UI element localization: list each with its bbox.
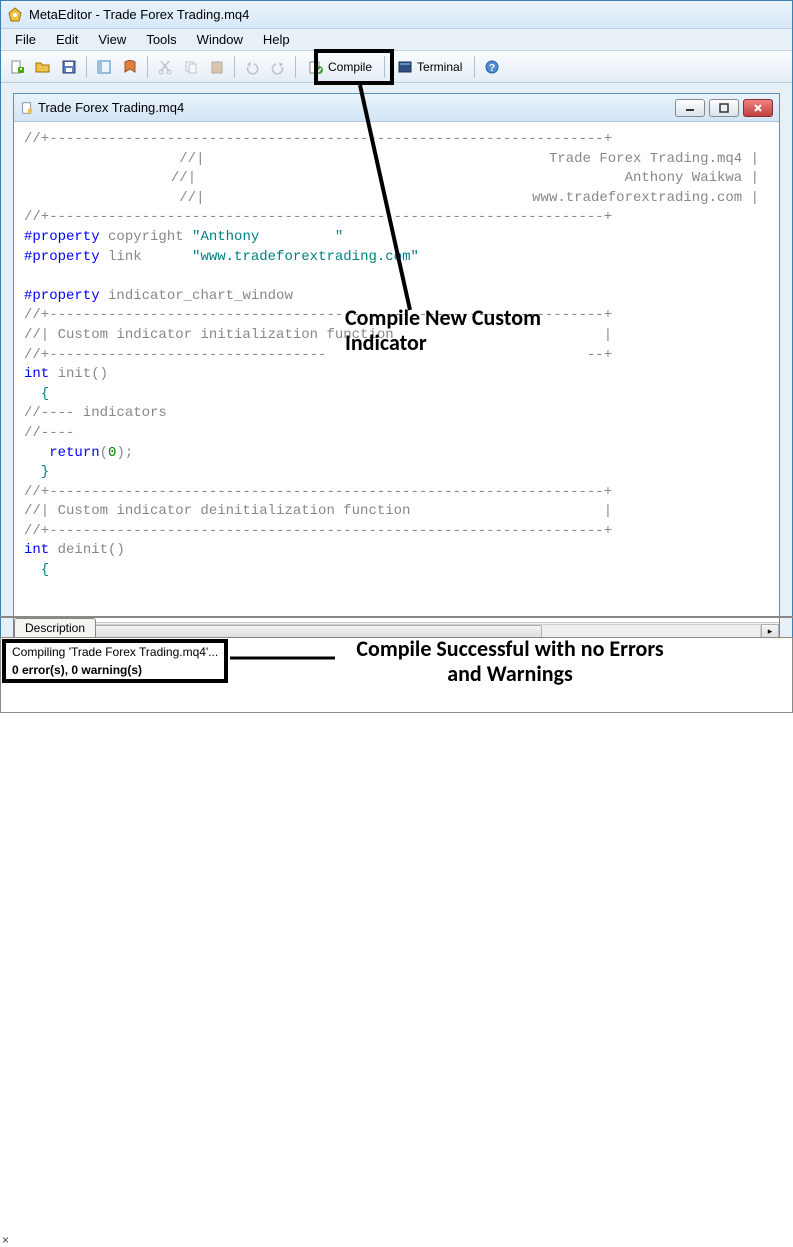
annotation-compile: Compile New Custom Indicator (345, 305, 605, 356)
file-icon (20, 101, 34, 115)
menu-help[interactable]: Help (253, 30, 300, 49)
compile-button[interactable]: Compile (301, 55, 379, 79)
menu-view[interactable]: View (88, 30, 136, 49)
toolbar-separator (295, 56, 296, 78)
cut-button[interactable] (153, 55, 177, 79)
terminal-button[interactable]: Terminal (390, 55, 469, 79)
nav-button[interactable] (92, 55, 116, 79)
toolbar-separator (86, 56, 87, 78)
menu-file[interactable]: File (5, 30, 46, 49)
menu-window[interactable]: Window (187, 30, 253, 49)
paste-button[interactable] (205, 55, 229, 79)
code-editor-window: Trade Forex Trading.mq4 //+-------------… (13, 93, 780, 641)
open-file-button[interactable] (31, 55, 55, 79)
compile-label: Compile (328, 60, 372, 74)
code-editor[interactable]: //+-------------------------------------… (14, 122, 779, 622)
annotation-success: Compile Successful with no Errors and Wa… (340, 636, 680, 687)
new-file-button[interactable] (5, 55, 29, 79)
close-button[interactable] (743, 99, 773, 117)
compile-status-line: Compiling 'Trade Forex Trading.mq4'... (6, 643, 224, 661)
app-icon (7, 7, 23, 23)
menu-edit[interactable]: Edit (46, 30, 88, 49)
menubar: File Edit View Tools Window Help (1, 29, 792, 51)
toolbar: Compile Terminal ? (1, 51, 792, 83)
code-window-title: Trade Forex Trading.mq4 (38, 100, 675, 115)
menu-tools[interactable]: Tools (136, 30, 186, 49)
bookmark-button[interactable] (118, 55, 142, 79)
panel-close-icon[interactable]: × (2, 1233, 9, 1247)
compile-result-line: 0 error(s), 0 warning(s) (6, 661, 224, 679)
copy-button[interactable] (179, 55, 203, 79)
undo-button[interactable] (240, 55, 264, 79)
maximize-button[interactable] (709, 99, 739, 117)
main-titlebar: MetaEditor - Trade Forex Trading.mq4 (1, 1, 792, 29)
minimize-button[interactable] (675, 99, 705, 117)
toolbar-separator (234, 56, 235, 78)
toolbar-separator (147, 56, 148, 78)
terminal-label: Terminal (417, 60, 462, 74)
toolbar-separator (384, 56, 385, 78)
description-tab[interactable]: Description (14, 618, 96, 637)
help-button[interactable]: ? (480, 55, 504, 79)
save-button[interactable] (57, 55, 81, 79)
window-title: MetaEditor - Trade Forex Trading.mq4 (29, 7, 249, 22)
toolbar-separator (474, 56, 475, 78)
redo-button[interactable] (266, 55, 290, 79)
svg-text:?: ? (489, 63, 495, 74)
code-line: //+-------------------------------------… (24, 130, 769, 150)
